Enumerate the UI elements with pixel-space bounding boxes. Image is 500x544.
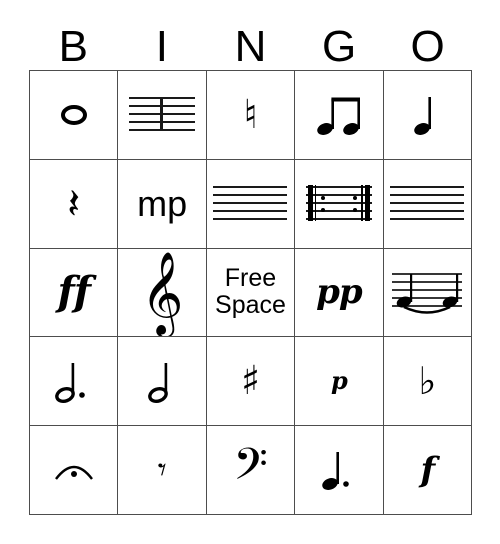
- free-space-line-2: Space: [215, 291, 286, 320]
- quarter-rest-icon: 𝄽: [67, 178, 81, 228]
- half-note-icon: [145, 355, 179, 407]
- bingo-cell-g4[interactable]: p: [295, 337, 384, 427]
- dotted-half-note-icon: [52, 355, 96, 407]
- bass-clef-icon: 𝄢: [233, 437, 268, 501]
- bingo-cell-g2[interactable]: [295, 159, 384, 249]
- header-letter-i: I: [155, 22, 168, 71]
- bingo-cell-b3[interactable]: ff: [30, 248, 119, 338]
- barline-on-staff-icon: [129, 96, 196, 133]
- natural-sign-icon: ♮: [243, 91, 258, 138]
- staff-five-lines-icon: [390, 185, 465, 222]
- bingo-card: B I N G O ♮ 𝄽 mp ff 𝄞 Free Space pp ♯ p …: [0, 0, 500, 544]
- header-letter-g: G: [321, 22, 357, 71]
- slur-two-notes-icon: [390, 268, 464, 316]
- free-space-label: Free Space: [215, 265, 286, 319]
- bingo-cell-n5[interactable]: 𝄢: [206, 426, 296, 515]
- bingo-cell-n3[interactable]: Free Space: [206, 248, 296, 338]
- bingo-grid: ♮ 𝄽 mp ff 𝄞 Free Space pp ♯ p ♭ 𝄾 𝄢 f: [29, 70, 472, 515]
- bingo-cell-g1[interactable]: [295, 71, 384, 160]
- bingo-cell-n4[interactable]: ♯: [206, 337, 296, 427]
- dotted-quarter-note-icon: [317, 444, 361, 496]
- header-letter-b: B: [58, 22, 88, 71]
- bingo-cell-b4[interactable]: [30, 337, 119, 427]
- header-letter-o: O: [410, 22, 445, 71]
- bingo-cell-g5[interactable]: [295, 426, 384, 515]
- bingo-cell-o2[interactable]: [383, 159, 472, 249]
- dynamic-pianissimo-label: pp: [316, 272, 363, 313]
- bingo-cell-o1[interactable]: [383, 71, 472, 160]
- bingo-cell-i3[interactable]: 𝄞: [118, 248, 207, 338]
- dynamic-forte-label: f: [420, 450, 435, 491]
- treble-clef-icon: 𝄞: [140, 250, 184, 335]
- bingo-cell-b1[interactable]: [30, 71, 119, 160]
- quarter-note-icon: [410, 89, 444, 141]
- bingo-cell-i1[interactable]: [118, 71, 207, 160]
- fermata-icon: [50, 453, 98, 487]
- bingo-cell-o3[interactable]: [383, 248, 472, 338]
- bingo-cell-i5[interactable]: 𝄾: [118, 426, 207, 515]
- bingo-cell-g3[interactable]: pp: [295, 248, 384, 338]
- bingo-cell-b2[interactable]: 𝄽: [30, 159, 119, 249]
- sharp-sign-icon: ♯: [240, 358, 261, 405]
- repeat-sign-icon: [305, 184, 372, 222]
- free-space-line-1: Free: [224, 264, 277, 293]
- bingo-header-row: B I N G O: [29, 16, 472, 70]
- bingo-cell-n2[interactable]: [206, 159, 296, 249]
- bingo-cell-i4[interactable]: [118, 337, 207, 427]
- flat-sign-icon: ♭: [418, 359, 437, 404]
- bingo-cell-o4[interactable]: ♭: [383, 337, 472, 427]
- dynamic-fortissimo-label: ff: [57, 268, 90, 316]
- whole-note-icon: [54, 95, 94, 135]
- eighth-rest-icon: 𝄾: [157, 450, 167, 491]
- bingo-cell-n1[interactable]: ♮: [206, 71, 296, 160]
- dynamic-mezzo-piano-label: mp: [137, 182, 188, 224]
- bingo-cell-o5[interactable]: f: [383, 426, 472, 515]
- staff-five-lines-icon: [213, 185, 288, 222]
- header-letter-n: N: [234, 22, 267, 71]
- bingo-cell-i2[interactable]: mp: [118, 159, 207, 249]
- beamed-eighth-notes-icon: [312, 89, 366, 141]
- bingo-cell-b5[interactable]: [30, 426, 119, 515]
- dynamic-piano-label: p: [331, 366, 348, 396]
